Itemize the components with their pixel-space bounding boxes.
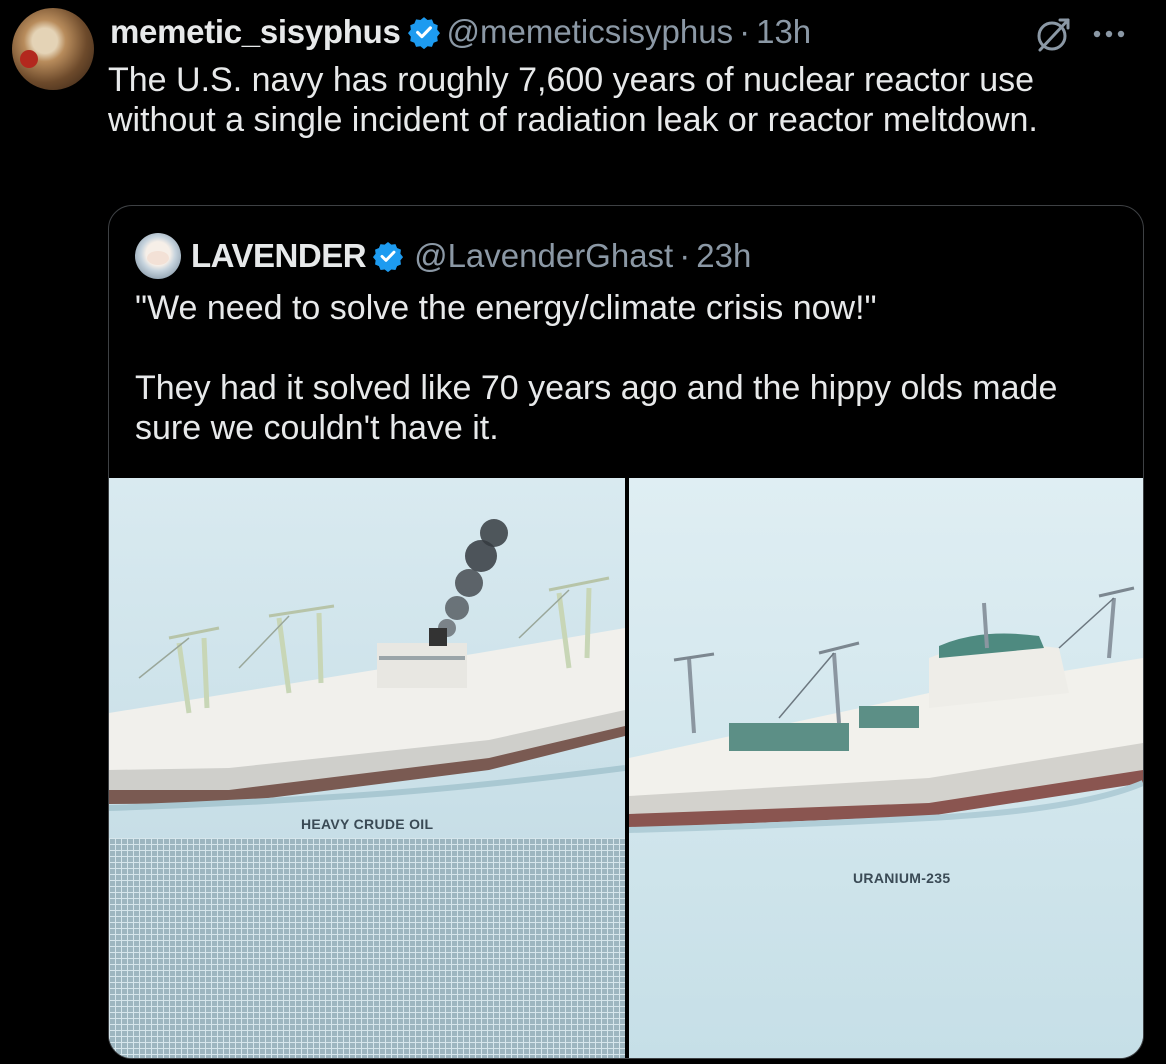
tweet-text: The U.S. navy has roughly 7,600 years of… (108, 61, 1038, 139)
image-label: URANIUM-235 (853, 870, 951, 886)
quoted-author-handle[interactable]: @LavenderGhast (414, 237, 673, 275)
separator-dot: · (679, 237, 691, 274)
image-label: HEAVY CRUDE OIL (301, 816, 434, 832)
more-horizontal-icon[interactable] (1092, 29, 1126, 39)
quoted-author-name[interactable]: LAVENDER (191, 237, 367, 275)
quoted-author-avatar[interactable] (135, 233, 181, 279)
tweet-header: memetic_sisyphus @memeticsisyphus · 13h (110, 10, 811, 54)
tweet-timestamp[interactable]: 13h (756, 13, 811, 51)
quoted-tweet-timestamp[interactable]: 23h (696, 237, 751, 275)
verified-badge-icon (372, 240, 404, 272)
tweet[interactable]: memetic_sisyphus @memeticsisyphus · 13h (0, 0, 1166, 1064)
quoted-tweet-text: "We need to solve the energy/climate cri… (135, 289, 1058, 447)
quoted-tweet[interactable]: LAVENDER @LavenderGhast · 23h "We need t… (108, 205, 1144, 1059)
author-avatar[interactable] (12, 8, 94, 90)
separator-dot: · (739, 13, 751, 50)
fuel-grid-pattern (109, 838, 625, 1058)
oil-ship-image[interactable]: HEAVY CRUDE OIL (109, 478, 625, 1058)
quoted-tweet-media: HEAVY CRUDE OIL URANIUM-235 (109, 478, 1143, 1058)
verified-badge-icon (407, 15, 441, 49)
author-name[interactable]: memetic_sisyphus (110, 13, 401, 51)
author-handle[interactable]: @memeticsisyphus (447, 13, 734, 51)
tweet-actions-top (1034, 14, 1126, 54)
nuclear-ship-image[interactable]: URANIUM-235 (629, 478, 1143, 1058)
quoted-tweet-header: LAVENDER @LavenderGhast · 23h (135, 232, 751, 280)
slashed-circle-icon[interactable] (1034, 14, 1074, 54)
